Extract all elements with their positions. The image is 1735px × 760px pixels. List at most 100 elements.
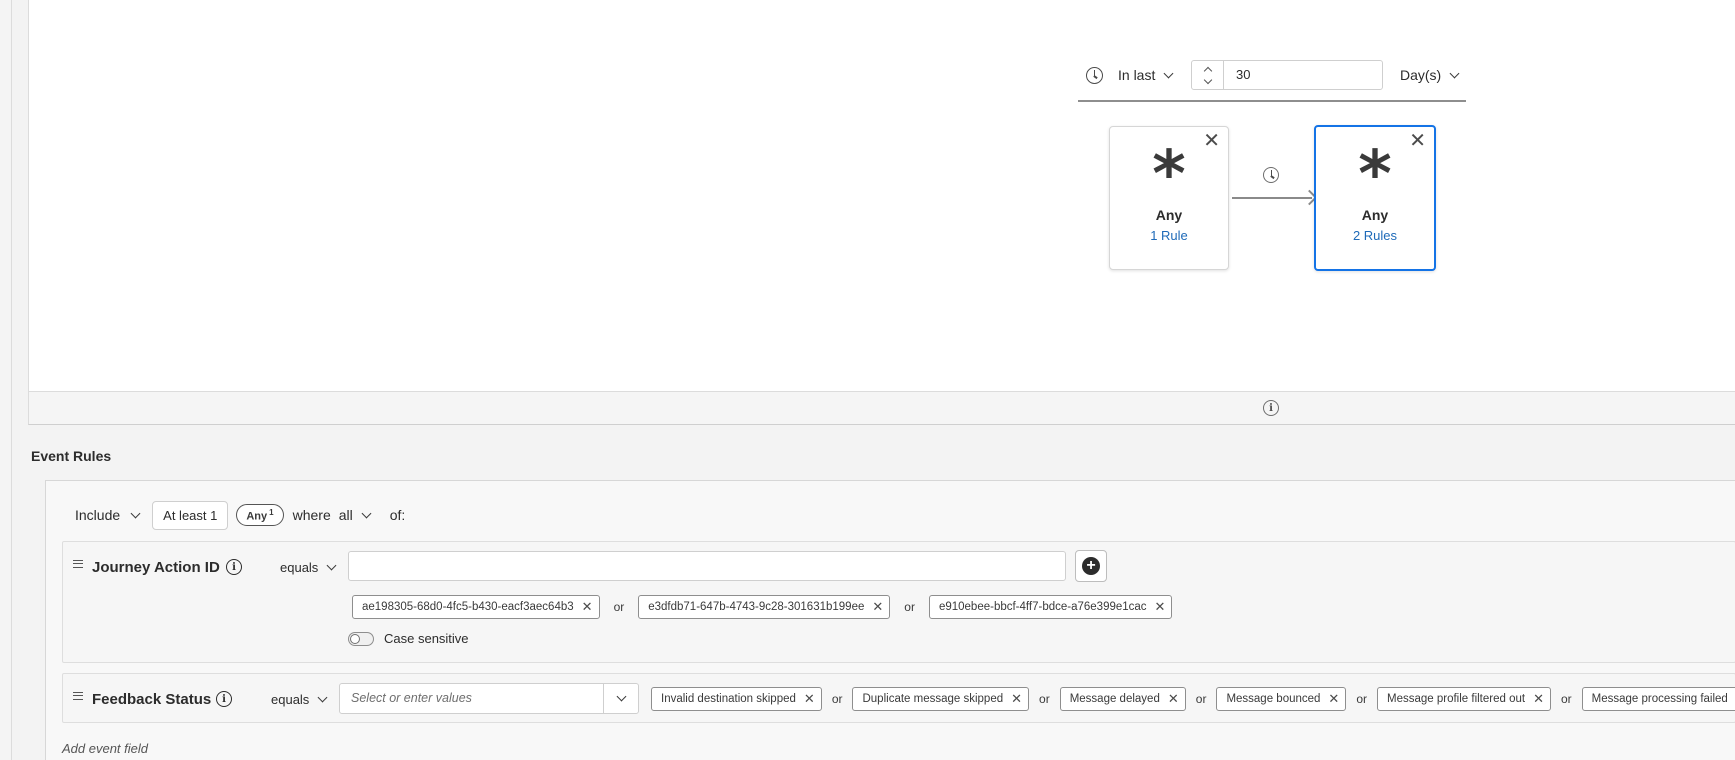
include-row: Include At least 1 Any 1 where all of: [75,500,405,530]
remove-tag-icon[interactable]: ✕ [582,599,593,615]
chevron-down-icon [616,691,626,702]
chevron-down-icon [1449,68,1460,78]
card-rules-link[interactable]: 1 Rule [1110,228,1228,243]
remove-tag-icon[interactable]: ✕ [1168,691,1179,707]
chevron-down-icon [326,560,337,570]
or-separator: or [904,600,915,614]
sequence-card[interactable]: ✕ * Any 1 Rule [1109,126,1229,270]
info-icon[interactable]: i [226,559,242,575]
time-unit-label: Day(s) [1400,67,1442,83]
or-separator: or [1560,692,1572,706]
operator-dropdown[interactable]: equals [271,688,328,710]
sequence-canvas [28,0,1735,392]
operator-dropdown[interactable]: equals [280,556,337,578]
any-badge-label: Any [246,510,268,523]
card-rules-link[interactable]: 2 Rules [1316,228,1434,243]
field-label: Journey Action ID [92,559,220,576]
card-event-name: Any [1361,207,1389,223]
chevron-down-icon [130,508,141,518]
value-tags: Invalid destination skipped ✕ or Duplicat… [651,687,1735,711]
all-dropdown[interactable]: all [338,507,372,523]
info-icon[interactable]: i [216,691,232,707]
card-event-name: Any [1155,207,1183,223]
field-label: Feedback Status [92,691,212,708]
event-field-feedback-status: Feedback Status i equals Select or enter… [62,673,1735,723]
sequence-card-selected[interactable]: ✕ * Any 2 Rules [1314,125,1436,271]
canvas-info-icon[interactable]: i [1263,400,1279,416]
time-value-input[interactable]: 30 [1224,61,1250,89]
any-badge[interactable]: Any 1 [236,503,284,527]
remove-tag-icon[interactable]: ✕ [872,599,883,615]
remove-tag-icon[interactable]: ✕ [1011,691,1022,707]
or-separator: or [1195,692,1207,706]
time-constraint-bar: In last 30 Day(s) [1078,58,1466,102]
value-tag: Message delayed ✕ [1059,687,1186,711]
or-separator: or [1039,692,1050,706]
add-value-button[interactable]: + [1075,550,1107,582]
chevron-down-icon [317,692,328,702]
number-stepper[interactable] [1192,61,1224,89]
value-tag: Duplicate message skipped ✕ [852,687,1030,711]
drag-handle-icon[interactable] [73,560,83,568]
time-value-field[interactable]: 30 [1191,60,1383,90]
time-unit-dropdown[interactable]: Day(s) [1400,58,1460,92]
value-tag: ae198305-68d0-4fc5-b430-eacf3aec64b3 ✕ [352,595,600,619]
remove-tag-icon[interactable]: ✕ [1533,691,1544,707]
event-field-journey-action-id: Journey Action ID i equals + ae198305-68… [62,541,1735,663]
chevron-up-icon[interactable] [1203,66,1212,75]
add-event-field-link[interactable]: Add event field [62,741,148,756]
canvas-footer: i [28,391,1735,425]
remove-tag-icon[interactable]: ✕ [1328,691,1339,707]
any-event-icon: * [1152,138,1186,212]
any-event-icon: * [1358,138,1392,212]
event-rules-container: Include At least 1 Any 1 where all of: Jo… [45,480,1735,760]
tag-label: Message delayed [1069,693,1160,705]
tag-label: e910ebee-bbcf-4ff7-bdce-a76e399e1cac [938,601,1147,613]
value-tag: Message profile filtered out ✕ [1377,687,1551,711]
value-tag: Message bounced ✕ [1216,687,1347,711]
or-separator: or [831,692,843,706]
left-rail [0,0,12,760]
tag-label: Duplicate message skipped [862,693,1004,705]
tag-label: e3dfdb71-647b-4743-9c28-301631b199ee [648,601,865,613]
value-combobox[interactable]: Select or enter values [339,683,639,714]
value-input[interactable] [348,551,1066,581]
value-tag: e3dfdb71-647b-4743-9c28-301631b199ee ✕ [638,595,891,619]
tag-label: Message processing failed [1591,693,1728,705]
combobox-toggle[interactable] [603,684,638,713]
drag-handle-icon[interactable] [73,692,83,700]
operator-label: equals [280,559,319,575]
value-tags: ae198305-68d0-4fc5-b430-eacf3aec64b3 ✕ or… [352,595,1173,619]
chevron-down-icon [1163,68,1174,78]
any-badge-count: 1 [269,507,274,517]
where-label: where [292,507,331,523]
plus-circle-icon: + [1082,557,1100,575]
include-dropdown[interactable]: Include [75,507,141,523]
include-label: Include [75,507,121,523]
sequence-arrow [1232,197,1312,199]
value-tag: Message processing failed✕ [1581,687,1735,711]
remove-tag-icon[interactable]: ✕ [804,691,815,707]
value-tag: Invalid destination skipped ✕ [651,687,822,711]
chevron-down-icon [361,508,372,518]
remove-tag-icon[interactable]: ✕ [1155,599,1166,615]
chevron-down-icon[interactable] [1203,75,1212,84]
case-sensitive-toggle[interactable] [348,631,374,646]
time-mode-dropdown[interactable]: In last [1118,58,1174,92]
tag-label: Invalid destination skipped [661,693,796,705]
case-sensitive-control[interactable]: Case sensitive [348,631,469,646]
value-tag: e910ebee-bbcf-4ff7-bdce-a76e399e1cac ✕ [928,595,1173,619]
case-sensitive-label: Case sensitive [384,631,469,646]
or-separator: or [1356,692,1367,706]
combobox-placeholder[interactable]: Select or enter values [340,684,603,713]
tag-label: ae198305-68d0-4fc5-b430-eacf3aec64b3 [362,601,574,613]
tag-label: Message profile filtered out [1387,693,1526,705]
at-least-button[interactable]: At least 1 [152,500,229,530]
section-title: Event Rules [31,448,112,464]
time-constraint-clock-icon[interactable] [1263,167,1279,183]
or-separator: or [613,600,625,614]
time-mode-label: In last [1118,67,1156,83]
clock-icon [1086,67,1103,84]
operator-label: equals [271,691,310,707]
all-label: all [338,507,353,523]
